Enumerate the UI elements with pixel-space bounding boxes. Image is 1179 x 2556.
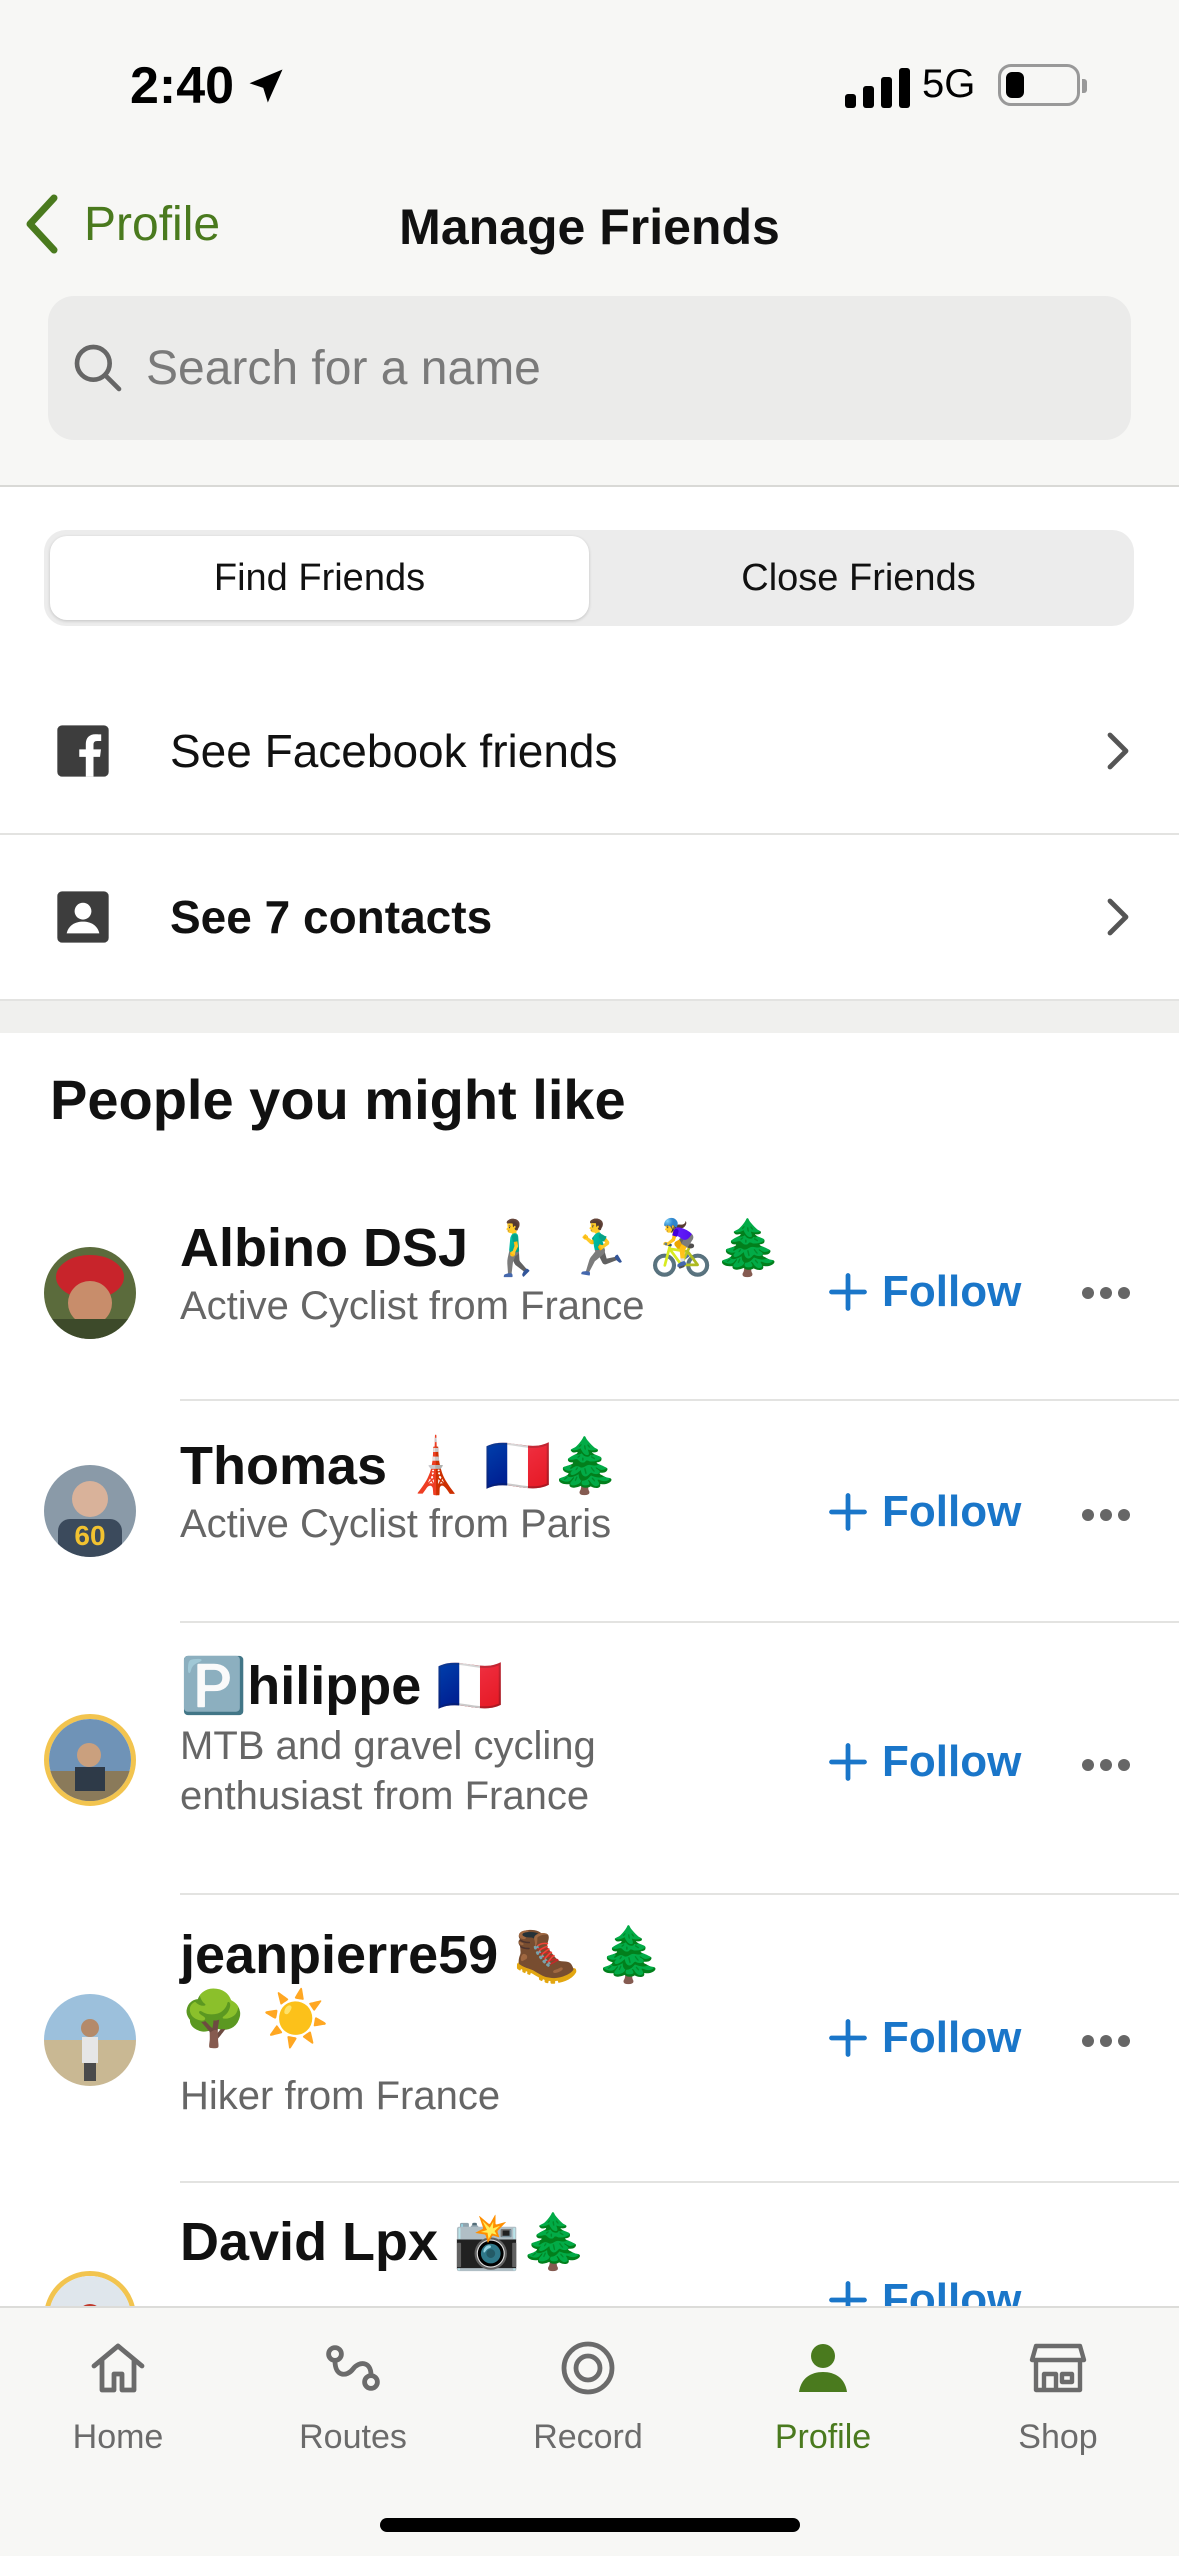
- follow-button[interactable]: Follow: [826, 1737, 1021, 1787]
- routes-icon: [326, 2345, 380, 2391]
- row-divider: [180, 1399, 1179, 1401]
- person-description: MTB and gravel cycling enthusiast from F…: [180, 1724, 596, 1818]
- nav-bar: Profile Manage Friends: [0, 180, 1179, 280]
- more-options-icon[interactable]: [1082, 1287, 1130, 1299]
- status-time-text: 2:40: [130, 57, 235, 115]
- follow-label: Follow: [882, 1487, 1022, 1536]
- row-divider: [180, 1893, 1179, 1895]
- contacts-row[interactable]: See 7 contacts: [0, 835, 1179, 1001]
- follow-button[interactable]: Follow: [826, 2275, 1021, 2307]
- contact-card-icon: [57, 891, 109, 943]
- main-content: Find Friends Close Friends See Facebook …: [0, 487, 1179, 2307]
- person-name: 🅿️hilippe 🇫🇷: [180, 1656, 504, 1716]
- search-bar[interactable]: [48, 296, 1131, 440]
- tab-home[interactable]: Home: [18, 2336, 218, 2457]
- person-name: Thomas 🗼 🇫🇷🌲: [180, 1436, 619, 1496]
- contacts-label: See 7 contacts: [170, 891, 493, 943]
- person-row[interactable]: Albino DSJ 🚶‍♂️ 🏃‍♂️ 🚴‍♀️🌲 Active Cyclis…: [0, 1187, 1179, 1407]
- facebook-friends-label: See Facebook friends: [170, 725, 618, 777]
- tab-routes[interactable]: Routes: [253, 2336, 453, 2457]
- screen: 2:40 5G Profile Manage Friends Find Frie…: [0, 0, 1179, 2556]
- avatar[interactable]: 60: [44, 1465, 136, 1557]
- avatar[interactable]: [44, 1247, 136, 1339]
- tab-profile[interactable]: Profile: [723, 2336, 923, 2457]
- status-bar: 2:40 5G: [0, 0, 1179, 165]
- person-row[interactable]: jeanpierre59 🥾 🌲 🌳 ☀️ Hiker from France …: [0, 1899, 1179, 2183]
- shop-icon: [1029, 2343, 1087, 2393]
- follow-button[interactable]: Follow: [826, 1267, 1021, 1317]
- follow-button[interactable]: Follow: [826, 2013, 1021, 2063]
- tab-shop[interactable]: Shop: [958, 2336, 1158, 2457]
- plus-icon: [829, 2019, 867, 2057]
- row-divider: [180, 1621, 1179, 1623]
- tab-label: Record: [533, 2418, 643, 2456]
- tab-find-friends[interactable]: Find Friends: [50, 536, 589, 620]
- chevron-right-icon: [1107, 732, 1129, 770]
- follow-button[interactable]: Follow: [826, 1487, 1021, 1537]
- plus-icon: [829, 1273, 867, 1311]
- person-name: David Lpx 📸🌲: [180, 2212, 588, 2272]
- section-spacer: [0, 1001, 1179, 1033]
- facebook-friends-row[interactable]: See Facebook friends: [0, 669, 1179, 835]
- follow-label: Follow: [882, 1267, 1022, 1316]
- tab-close-friends[interactable]: Close Friends: [589, 536, 1128, 620]
- plus-icon: [829, 1743, 867, 1781]
- more-options-icon[interactable]: [1082, 1509, 1130, 1521]
- facebook-icon: [57, 725, 109, 777]
- more-options-icon[interactable]: [1082, 1759, 1130, 1771]
- profile-icon: [799, 2344, 847, 2392]
- person-description: Hiker from France: [180, 2074, 501, 2118]
- record-icon: [561, 2341, 615, 2395]
- network-label: 5G: [922, 62, 976, 106]
- section-title: People you might like: [50, 1068, 626, 1131]
- battery-icon: [998, 64, 1087, 106]
- tab-label: Profile: [774, 2418, 872, 2456]
- person-description: Active Cyclist from France: [180, 1284, 645, 1328]
- signal-icon: [845, 66, 910, 108]
- tab-label: Shop: [1018, 2418, 1098, 2456]
- follow-label: Follow: [882, 2013, 1022, 2062]
- page-title: Manage Friends: [399, 199, 780, 255]
- follow-label: Follow: [882, 2275, 1022, 2307]
- person-name: jeanpierre59 🥾 🌲 🌳 ☀️: [180, 1925, 663, 2049]
- tab-record[interactable]: Record: [488, 2336, 688, 2457]
- status-time: 2:40: [130, 56, 288, 116]
- avatar[interactable]: [44, 1994, 136, 2086]
- follow-label: Follow: [882, 1737, 1022, 1786]
- svg-text:60: 60: [74, 1520, 105, 1551]
- search-icon: [74, 344, 122, 392]
- person-description: Active Cyclist from Paris: [180, 1502, 612, 1546]
- tab-label: Home: [72, 2418, 164, 2456]
- search-input[interactable]: [146, 340, 1046, 396]
- home-icon: [91, 2343, 145, 2393]
- plus-icon: [829, 1493, 867, 1531]
- tab-label: Routes: [299, 2418, 407, 2456]
- person-row[interactable]: 🅿️hilippe 🇫🇷 MTB and gravel cycling enth…: [0, 1629, 1179, 1899]
- avatar[interactable]: [44, 1714, 136, 1806]
- location-arrow-icon: [249, 69, 283, 103]
- person-row[interactable]: 60 Thomas 🗼 🇫🇷🌲 Active Cyclist from Pari…: [0, 1407, 1179, 1629]
- segmented-control: Find Friends Close Friends: [44, 530, 1134, 626]
- chevron-right-icon: [1107, 898, 1129, 936]
- person-row[interactable]: David Lpx 📸🌲 Follow: [0, 2183, 1179, 2307]
- more-options-icon[interactable]: [1082, 2035, 1130, 2047]
- person-name: Albino DSJ 🚶‍♂️ 🏃‍♂️ 🚴‍♀️🌲: [180, 1218, 782, 1278]
- home-indicator[interactable]: [380, 2518, 800, 2532]
- plus-icon: [829, 2281, 867, 2307]
- avatar[interactable]: [44, 2271, 136, 2307]
